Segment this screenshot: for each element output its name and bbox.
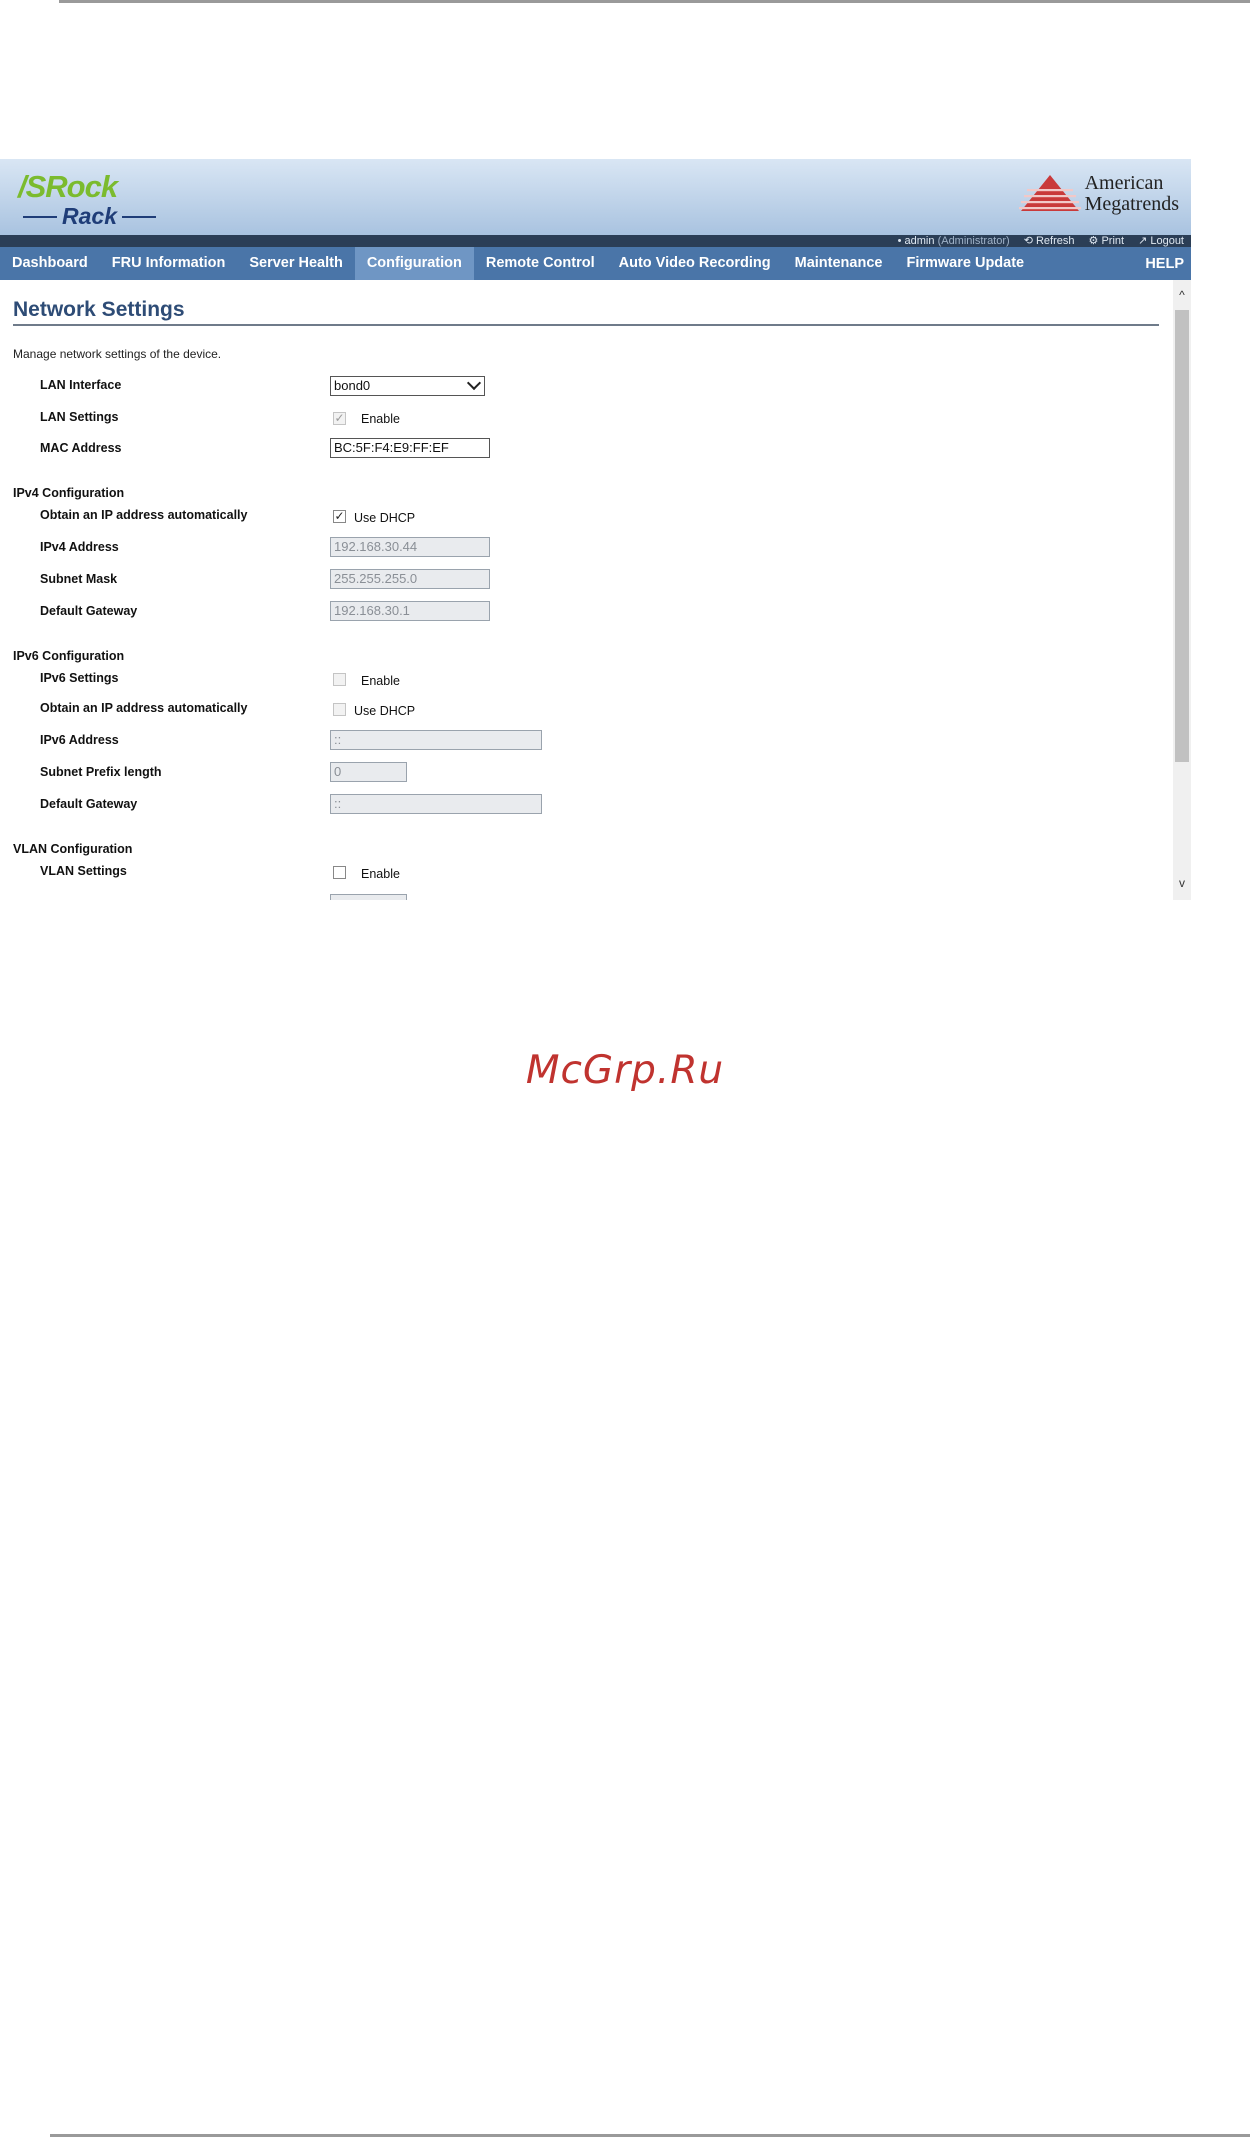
nav-server-health[interactable]: Server Health [237,247,355,280]
logout-icon: ↗ [1138,235,1148,247]
logout-link[interactable]: ↗ Logout [1138,235,1184,247]
lan-interface-value: bond0 [334,378,371,393]
ipv6-address-field[interactable]: :: [330,730,542,750]
lan-settings-checkbox[interactable]: ✓ [333,412,346,425]
nav-firmware-update[interactable]: Firmware Update [894,247,1036,280]
user-role: (Administrator) [937,235,1010,247]
title-divider [13,324,1159,326]
nav-configuration[interactable]: Configuration [354,247,474,280]
refresh-link[interactable]: ⟲ Refresh [1024,235,1075,247]
ipv4-dhcp-check-label: Use DHCP [354,511,416,525]
scroll-up-icon[interactable]: ^ [1173,286,1191,304]
logo-top-text: /SRock [18,169,118,204]
user-info: • admin (Administrator) [898,235,1010,247]
ipv4-address-field[interactable]: 192.168.30.44 [330,537,490,557]
bullet-icon: • [897,235,902,247]
refresh-icon: ⟲ [1023,235,1033,247]
ipv6-dhcp-check-label: Use DHCP [354,704,416,718]
logo-line-left [23,215,57,218]
ami-line2: Megatrends [1084,193,1179,215]
ipv6-address-label: IPv6 Address [40,733,119,747]
ami-logo: American Megatrends [1018,173,1179,215]
ami-triangle-icon [1018,175,1081,211]
lan-interface-select[interactable]: bond0 [330,375,485,396]
ipv4-gateway-label: Default Gateway [40,604,138,618]
scroll-thumb[interactable] [1175,310,1189,762]
header-banner: /SRock Rack American Megatrends [0,159,1191,235]
nav-auto-video-recording[interactable]: Auto Video Recording [607,247,783,280]
user-bar: • admin (Administrator) ⟲ Refresh ⚙ Prin… [0,235,1191,247]
scroll-down-icon[interactable]: v [1173,874,1191,892]
refresh-label: Refresh [1035,235,1075,247]
user-links: • admin (Administrator) ⟲ Refresh ⚙ Prin… [898,235,1184,247]
print-link[interactable]: ⚙ Print [1089,235,1125,247]
ipv4-section-title: IPv4 Configuration [13,486,125,500]
ipv6-dhcp-checkbox[interactable] [333,703,346,716]
nav-maintenance[interactable]: Maintenance [783,247,895,280]
page-description: Manage network settings of the device. [13,347,222,361]
ipv4-gateway-field[interactable]: 192.168.30.1 [330,601,490,621]
prefix-length-label: Subnet Prefix length [40,765,162,779]
network-settings-panel: Network Settings Manage network settings… [0,280,1173,900]
subnet-mask-field[interactable]: 255.255.255.0 [330,569,490,589]
bmc-web-ui: /SRock Rack American Megatrends • admin … [0,159,1191,900]
ipv6-gateway-field[interactable]: :: [330,794,542,814]
lan-settings-label: LAN Settings [40,410,119,424]
logout-label: Logout [1150,235,1184,247]
print-icon: ⚙ [1088,235,1099,247]
logo-bottom: Rack [18,203,158,230]
ipv4-dhcp-checkbox[interactable]: ✓ [333,510,346,523]
page-bottom-rule [50,2134,1250,2137]
watermark-text: McGrp.Ru [525,1048,725,1093]
chevron-down-icon [466,375,482,391]
page-top-rule [59,0,1250,3]
mac-address-label: MAC Address [40,441,122,455]
help-link[interactable]: HELP [1145,256,1191,272]
nav-fru-information[interactable]: FRU Information [100,247,238,280]
page-title: Network Settings [13,298,185,321]
logo-line-right [121,215,156,218]
vlan-settings-checkbox[interactable] [333,866,346,879]
ipv6-settings-label: IPv6 Settings [40,671,119,685]
lan-settings-check-label: Enable [361,412,400,426]
ipv6-gateway-label: Default Gateway [40,797,138,811]
prefix-length-field[interactable]: 0 [330,762,407,782]
vlan-settings-check-label: Enable [361,867,400,881]
nav-remote-control[interactable]: Remote Control [474,247,607,280]
asrock-rack-logo: /SRock Rack [18,169,168,231]
logo-bottom-text: Rack [62,203,117,229]
lan-interface-label: LAN Interface [40,378,122,392]
ami-logo-text: American Megatrends [1085,173,1179,215]
ipv4-address-label: IPv4 Address [40,540,119,554]
ami-line1: American [1084,172,1164,194]
ipv6-section-title: IPv6 Configuration [13,649,125,663]
vlan-id-field-partial[interactable] [330,894,407,900]
username: admin [904,235,935,247]
nav-dashboard[interactable]: Dashboard [0,247,100,280]
main-nav: Dashboard FRU Information Server Health … [0,247,1191,280]
vlan-section-title: VLAN Configuration [13,842,133,856]
mac-address-field[interactable]: BC:5F:F4:E9:FF:EF [330,438,490,458]
ipv4-auto-label: Obtain an IP address automatically [40,508,248,522]
ipv6-auto-label: Obtain an IP address automatically [40,701,248,715]
ipv6-settings-check-label: Enable [361,674,400,688]
ipv6-settings-checkbox[interactable] [333,673,346,686]
content-scrollbar[interactable]: ^ v [1173,280,1191,900]
print-label: Print [1101,235,1125,247]
vlan-settings-label: VLAN Settings [40,864,127,878]
subnet-mask-label: Subnet Mask [40,572,118,586]
